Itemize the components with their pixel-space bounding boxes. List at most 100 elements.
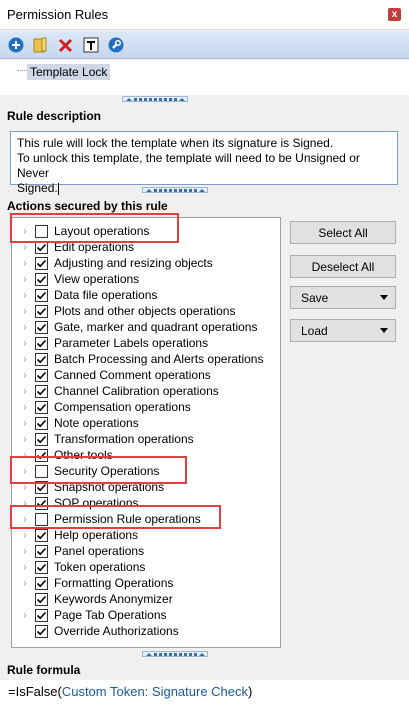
list-item[interactable]: › Formatting Operations (12, 575, 280, 591)
action-label: Data file operations (54, 288, 158, 302)
expand-arrow-icon[interactable]: › (18, 610, 32, 621)
action-label: Token operations (54, 560, 146, 574)
action-checkbox[interactable] (35, 592, 48, 606)
expand-arrow-icon[interactable]: › (18, 434, 32, 445)
toolbar (0, 31, 409, 59)
action-checkbox[interactable] (35, 560, 48, 574)
expand-arrow-icon[interactable]: › (18, 546, 32, 557)
action-label: Adjusting and resizing objects (54, 256, 213, 270)
folder-icon (33, 37, 47, 53)
description-line-1: This rule will lock the template when it… (17, 136, 334, 150)
action-label: Override Authorizations (54, 624, 179, 638)
list-item[interactable]: › Gate, marker and quadrant operations (12, 319, 280, 335)
splitter-handle-description[interactable] (142, 187, 208, 193)
rule-description-field[interactable]: This rule will lock the template when it… (10, 131, 398, 195)
chevron-down-icon (380, 295, 388, 300)
checkmark-icon (36, 595, 47, 603)
action-checkbox[interactable] (35, 336, 48, 350)
checkmark-icon (36, 531, 47, 539)
expand-arrow-icon[interactable]: › (18, 418, 32, 429)
expand-arrow-icon[interactable]: › (18, 290, 32, 301)
add-rule-button[interactable] (7, 36, 25, 54)
expand-arrow-icon[interactable]: › (18, 354, 32, 365)
checkmark-icon (36, 339, 47, 347)
delete-button[interactable] (57, 36, 75, 54)
action-checkbox[interactable] (35, 256, 48, 270)
description-line-3: Signed. (17, 181, 58, 195)
expand-arrow-icon[interactable]: › (18, 258, 32, 269)
select-all-button[interactable]: Select All (290, 221, 396, 244)
expand-arrow-icon[interactable]: › (18, 562, 32, 573)
settings-button[interactable] (107, 36, 125, 54)
actions-list[interactable]: › Layout operations › Edit operations › Adjus… (11, 217, 281, 648)
action-checkbox[interactable] (35, 288, 48, 302)
action-checkbox[interactable] (35, 352, 48, 366)
list-item[interactable]: › Compensation operations (12, 399, 280, 415)
list-item[interactable]: › Batch Processing and Alerts operations (12, 351, 280, 367)
wrench-icon (108, 37, 124, 53)
action-checkbox[interactable] (35, 608, 48, 622)
expand-arrow-icon[interactable]: › (18, 578, 32, 589)
action-checkbox[interactable] (35, 576, 48, 590)
action-label: Keywords Anonymizer (54, 592, 173, 606)
highlight-permission-rule-operations (10, 505, 221, 529)
expand-arrow-icon[interactable]: › (18, 306, 32, 317)
save-dropdown-button[interactable]: Save (290, 286, 396, 309)
load-dropdown-button[interactable]: Load (290, 319, 396, 342)
action-label: Batch Processing and Alerts operations (54, 352, 264, 366)
tree-node-template-lock[interactable]: Template Lock (27, 64, 111, 80)
expand-arrow-icon[interactable]: › (18, 402, 32, 413)
checkmark-icon (36, 387, 47, 395)
action-checkbox[interactable] (35, 432, 48, 446)
text-t-icon (83, 37, 99, 53)
list-item[interactable]: › Page Tab Operations (12, 607, 280, 623)
list-item[interactable]: › View operations (12, 271, 280, 287)
expand-arrow-icon[interactable]: › (18, 530, 32, 541)
checkmark-icon (36, 563, 47, 571)
save-label: Save (301, 290, 329, 305)
expand-arrow-icon[interactable]: › (18, 242, 32, 253)
list-item[interactable]: › Channel Calibration operations (12, 383, 280, 399)
list-item[interactable]: › Plots and other objects operations (12, 303, 280, 319)
close-icon[interactable]: x (388, 8, 401, 21)
action-checkbox[interactable] (35, 384, 48, 398)
list-item[interactable]: Override Authorizations (12, 623, 280, 639)
splitter-handle-top[interactable] (122, 96, 188, 102)
text-cursor (57, 182, 59, 195)
load-label: Load (301, 323, 328, 338)
expand-arrow-icon[interactable]: › (18, 274, 32, 285)
action-label: Note operations (54, 416, 139, 430)
list-item[interactable]: › Help operations (12, 527, 280, 543)
action-label: Parameter Labels operations (54, 336, 209, 350)
list-item[interactable]: › Data file operations (12, 287, 280, 303)
expand-arrow-icon[interactable]: › (18, 322, 32, 333)
action-checkbox[interactable] (35, 528, 48, 542)
list-item[interactable]: Keywords Anonymizer (12, 591, 280, 607)
action-label: Transformation operations (54, 432, 194, 446)
list-item[interactable]: › Note operations (12, 415, 280, 431)
deselect-all-button[interactable]: Deselect All (290, 255, 396, 278)
open-folder-button[interactable] (31, 36, 49, 54)
action-checkbox[interactable] (35, 544, 48, 558)
expand-arrow-icon[interactable]: › (18, 338, 32, 349)
action-label: Formatting Operations (54, 576, 174, 590)
list-item[interactable]: › Token operations (12, 559, 280, 575)
list-item[interactable]: › Parameter Labels operations (12, 335, 280, 351)
action-checkbox[interactable] (35, 416, 48, 430)
expand-arrow-icon[interactable]: › (18, 370, 32, 381)
action-checkbox[interactable] (35, 624, 48, 638)
list-item[interactable]: › Panel operations (12, 543, 280, 559)
rule-formula-field[interactable]: =IsFalse(Custom Token: Signature Check) (0, 680, 409, 713)
rename-button[interactable] (82, 36, 100, 54)
action-checkbox[interactable] (35, 304, 48, 318)
list-item[interactable]: › Adjusting and resizing objects (12, 255, 280, 271)
action-checkbox[interactable] (35, 400, 48, 414)
list-item[interactable]: › Transformation operations (12, 431, 280, 447)
action-checkbox[interactable] (35, 272, 48, 286)
expand-arrow-icon[interactable]: › (18, 386, 32, 397)
action-checkbox[interactable] (35, 368, 48, 382)
list-item[interactable]: › Canned Comment operations (12, 367, 280, 383)
action-checkbox[interactable] (35, 320, 48, 334)
formula-token: Custom Token: Signature Check (61, 684, 249, 699)
splitter-handle-formula[interactable] (142, 651, 208, 657)
